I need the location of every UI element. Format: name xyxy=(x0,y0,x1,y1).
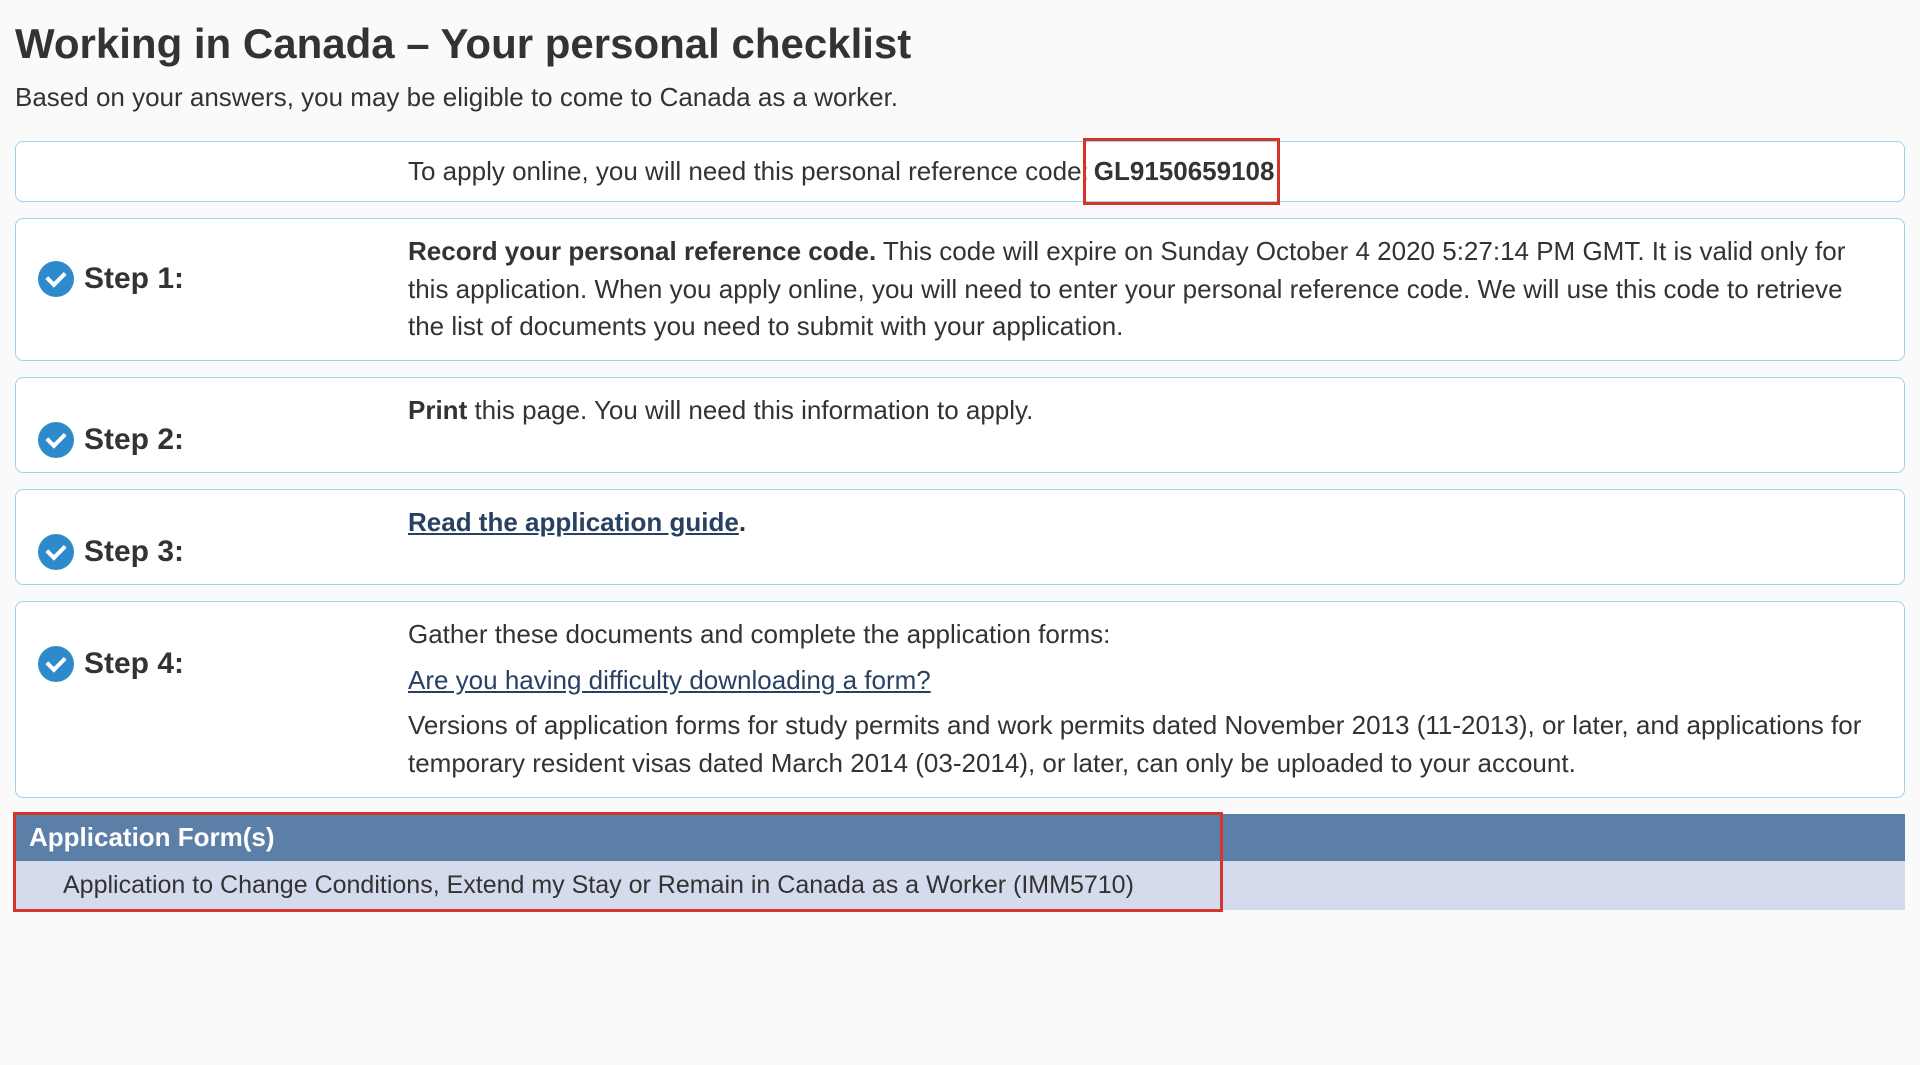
check-icon xyxy=(38,422,74,458)
step-1-label: Step 1: xyxy=(84,262,184,296)
forms-table-row: Application to Change Conditions, Extend… xyxy=(15,861,1905,910)
step-4-panel: Step 4: Gather these documents and compl… xyxy=(15,601,1905,798)
step-1-body: Record your personal reference code. Thi… xyxy=(408,233,1882,346)
forms-table-header: Application Form(s) xyxy=(15,814,1905,861)
application-guide-link[interactable]: Read the application guide xyxy=(408,507,739,537)
reference-code-highlight: GL9150659108 xyxy=(1089,156,1275,187)
check-icon xyxy=(38,261,74,297)
check-icon xyxy=(38,646,74,682)
page-subtitle: Based on your answers, you may be eligib… xyxy=(15,82,1905,113)
step-1-panel: Step 1: Record your personal reference c… xyxy=(15,218,1905,361)
step-4-body: Gather these documents and complete the … xyxy=(408,616,1882,783)
difficulty-downloading-link[interactable]: Are you having difficulty downloading a … xyxy=(408,665,931,695)
step-3-panel: Step 3: Read the application guide. xyxy=(15,489,1905,585)
step-4-label: Step 4: xyxy=(84,647,184,681)
reference-code: GL9150659108 xyxy=(1094,156,1275,186)
step-2-panel: Step 2: Print this page. You will need t… xyxy=(15,377,1905,473)
application-forms-table: Application Form(s) Application to Chang… xyxy=(15,814,1905,910)
reference-code-panel: To apply online, you will need this pers… xyxy=(15,141,1905,202)
reference-label: To apply online, you will need this pers… xyxy=(408,156,1089,187)
page-title: Working in Canada – Your personal checkl… xyxy=(15,20,1905,68)
check-icon xyxy=(38,534,74,570)
step-2-label: Step 2: xyxy=(84,423,184,457)
step-3-body: Read the application guide. xyxy=(408,504,1882,542)
step-3-label: Step 3: xyxy=(84,535,184,569)
step-2-body: Print this page. You will need this info… xyxy=(408,392,1882,430)
